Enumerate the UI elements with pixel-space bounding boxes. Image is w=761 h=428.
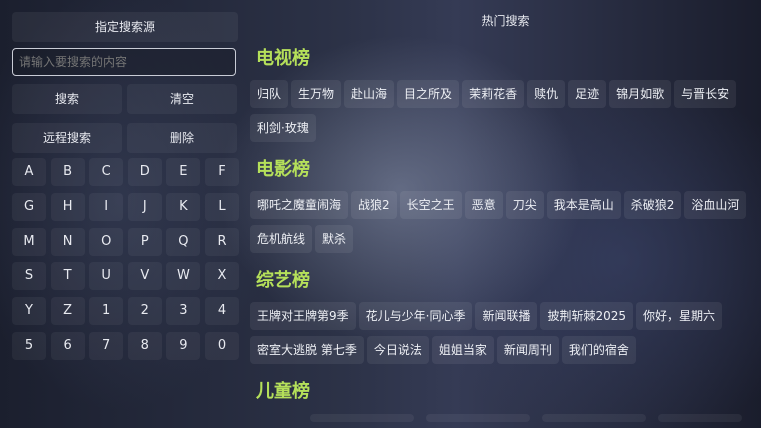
- key-b[interactable]: B: [50, 158, 85, 186]
- key-8[interactable]: 8: [127, 332, 162, 360]
- chip-cutoff[interactable]: [310, 414, 414, 422]
- key-0[interactable]: 0: [205, 332, 239, 360]
- chip-row: 密室大逃脱 第七季 今日说法 姐姐当家 新闻周刊 我们的宿舍: [250, 336, 636, 364]
- hot-item-chip[interactable]: 杀破狼2: [623, 191, 682, 219]
- key-5[interactable]: 5: [12, 332, 46, 360]
- key-q[interactable]: Q: [166, 227, 201, 256]
- hot-item-chip[interactable]: 归队: [250, 80, 289, 108]
- key-3[interactable]: 3: [166, 297, 201, 326]
- key-i[interactable]: I: [89, 192, 124, 221]
- delete-button[interactable]: 删除: [127, 123, 237, 153]
- hot-item-chip[interactable]: 危机航线: [250, 225, 313, 253]
- hot-item-chip[interactable]: 王牌对王牌第9季: [250, 302, 356, 330]
- key-j[interactable]: J: [127, 192, 162, 221]
- chip-cutoff[interactable]: [426, 414, 530, 422]
- key-z[interactable]: Z: [50, 297, 85, 326]
- source-select-button[interactable]: 指定搜索源: [12, 12, 238, 42]
- hot-item-chip[interactable]: 目之所及: [397, 80, 460, 108]
- clear-button[interactable]: 清空: [127, 84, 237, 114]
- hot-item-chip[interactable]: 锦月如歌: [609, 80, 672, 108]
- hot-item-chip[interactable]: 哪吒之魔童闹海: [250, 191, 349, 219]
- chip-row: 王牌对王牌第9季 花儿与少年·同心季 新闻联播 披荆斩棘2025 你好，星期六: [250, 302, 723, 330]
- hot-item-chip[interactable]: 茉莉花香: [462, 80, 525, 108]
- hot-item-chip[interactable]: 生万物: [291, 80, 342, 108]
- hot-item-chip[interactable]: 赴山海: [344, 80, 395, 108]
- key-e[interactable]: E: [166, 158, 201, 186]
- hot-item-chip[interactable]: 默杀: [315, 225, 354, 253]
- hot-item-chip[interactable]: 与晋长安: [674, 80, 737, 108]
- key-c[interactable]: C: [89, 158, 124, 186]
- search-button[interactable]: 搜索: [12, 84, 122, 114]
- hot-item-chip[interactable]: 利剑·玫瑰: [250, 114, 316, 142]
- key-6[interactable]: 6: [50, 332, 85, 360]
- hot-item-chip[interactable]: 披荆斩棘2025: [540, 302, 634, 330]
- hot-item-chip[interactable]: 你好，星期六: [636, 302, 723, 330]
- search-input[interactable]: [12, 48, 236, 76]
- hot-item-chip[interactable]: 我们的宿舍: [561, 336, 636, 364]
- key-x[interactable]: X: [205, 262, 239, 291]
- section-title: 电影榜: [256, 159, 310, 180]
- hot-item-chip[interactable]: 花儿与少年·同心季: [358, 302, 473, 330]
- key-o[interactable]: O: [89, 227, 124, 256]
- hot-item-chip[interactable]: 新闻周刊: [496, 336, 559, 364]
- key-u[interactable]: U: [89, 262, 124, 291]
- key-2[interactable]: 2: [127, 297, 162, 326]
- hot-item-chip[interactable]: 浴血山河: [684, 191, 747, 219]
- hot-item-chip[interactable]: 今日说法: [366, 336, 429, 364]
- key-n[interactable]: N: [50, 227, 85, 256]
- hot-item-chip[interactable]: 密室大逃脱 第七季: [250, 336, 364, 364]
- hot-item-chip[interactable]: 我本是高山: [546, 191, 621, 219]
- key-y[interactable]: Y: [12, 297, 46, 326]
- key-k[interactable]: K: [166, 192, 201, 221]
- left-panel: 指定搜索源 搜索 清空 远程搜索 删除 ABCDEF GHIJKL MNOPQR ST…: [0, 0, 250, 428]
- hot-item-chip[interactable]: 恶意: [464, 191, 503, 219]
- section-title: 儿童榜: [256, 381, 310, 402]
- key-1[interactable]: 1: [89, 297, 124, 326]
- chip-row-partial: [310, 414, 742, 422]
- key-m[interactable]: M: [12, 227, 46, 256]
- remote-search-button[interactable]: 远程搜索: [12, 123, 122, 153]
- key-r[interactable]: R: [205, 227, 239, 256]
- chip-cutoff[interactable]: [658, 414, 742, 422]
- hot-item-chip[interactable]: 战狼2: [351, 191, 397, 219]
- chip-row: 利剑·玫瑰: [250, 114, 316, 142]
- section-title: 电视榜: [256, 48, 310, 69]
- chip-row: 哪吒之魔童闹海 战狼2 长空之王 恶意 刀尖 我本是高山 杀破狼2 浴血山河: [250, 191, 747, 219]
- hot-item-chip[interactable]: 新闻联播: [475, 302, 538, 330]
- hot-item-chip[interactable]: 赎仇: [527, 80, 566, 108]
- key-g[interactable]: G: [12, 192, 46, 221]
- key-t[interactable]: T: [50, 262, 85, 291]
- chip-row: 危机航线 默杀: [250, 225, 354, 253]
- key-h[interactable]: H: [50, 192, 85, 221]
- key-d[interactable]: D: [127, 158, 162, 186]
- key-f[interactable]: F: [205, 158, 239, 186]
- key-l[interactable]: L: [205, 192, 239, 221]
- hot-item-chip[interactable]: 长空之王: [399, 191, 462, 219]
- key-4[interactable]: 4: [205, 297, 239, 326]
- key-a[interactable]: A: [12, 158, 46, 186]
- key-p[interactable]: P: [127, 227, 162, 256]
- hot-item-chip[interactable]: 刀尖: [505, 191, 544, 219]
- section-title: 综艺榜: [256, 270, 310, 291]
- hot-item-chip[interactable]: 足迹: [568, 80, 607, 108]
- key-9[interactable]: 9: [166, 332, 201, 360]
- hot-search-title: 热门搜索: [481, 14, 530, 28]
- chip-cutoff[interactable]: [542, 414, 646, 422]
- chip-row: 归队 生万物 赴山海 目之所及 茉莉花香 赎仇 足迹 锦月如歌 与晋长安: [250, 80, 737, 108]
- key-w[interactable]: W: [166, 262, 201, 291]
- key-v[interactable]: V: [127, 262, 162, 291]
- hot-item-chip[interactable]: 姐姐当家: [431, 336, 494, 364]
- key-s[interactable]: S: [12, 262, 46, 291]
- key-7[interactable]: 7: [89, 332, 124, 360]
